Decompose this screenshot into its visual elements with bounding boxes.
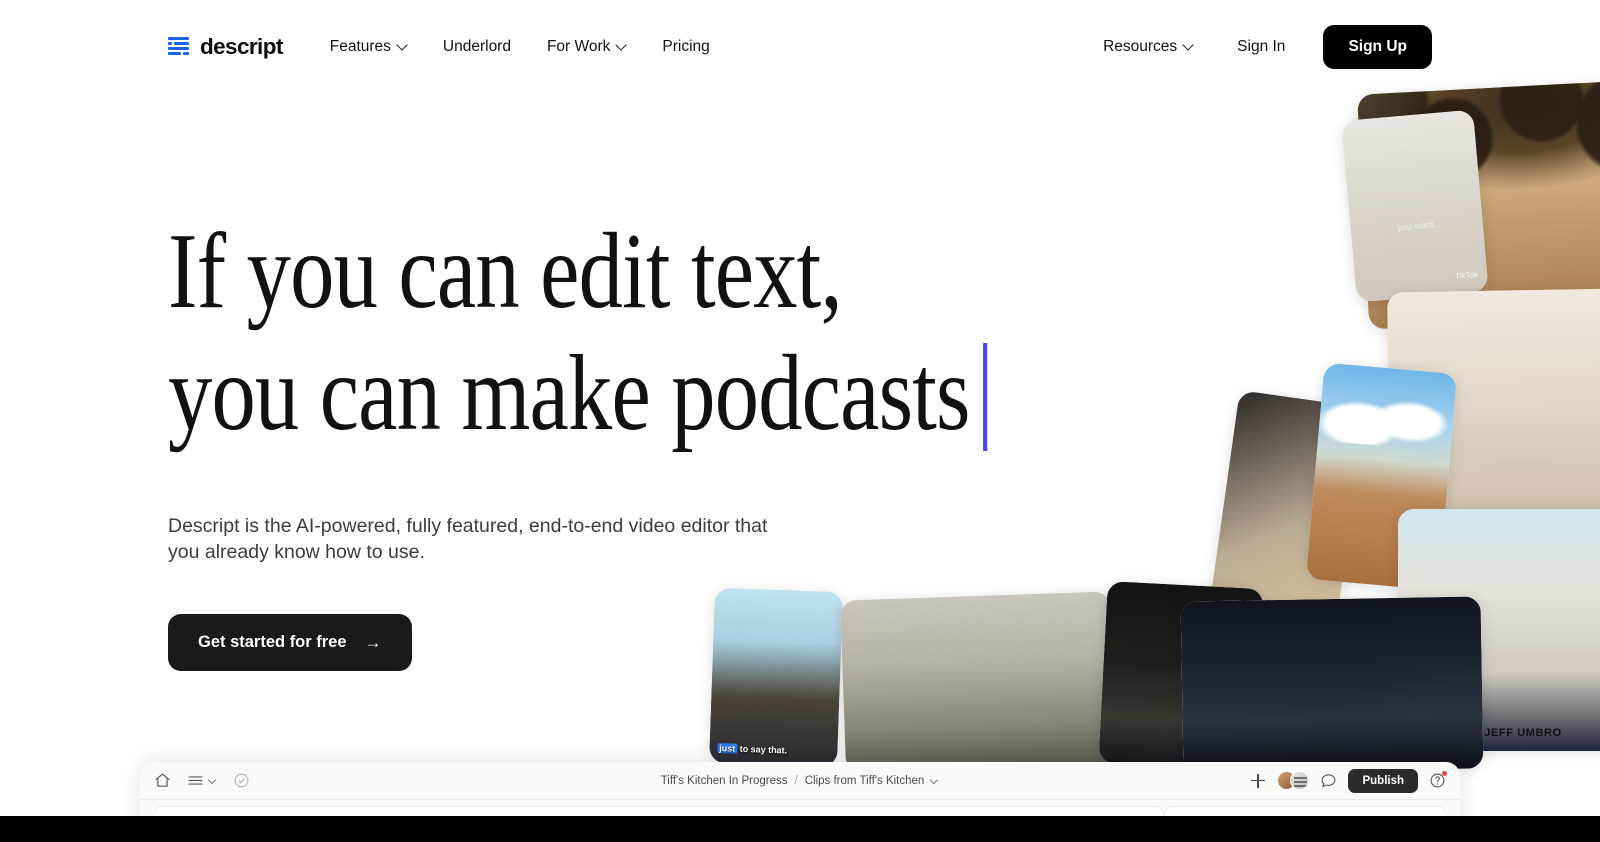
- nav-item-features[interactable]: Features: [312, 30, 425, 64]
- text-cursor-caret: [982, 343, 987, 451]
- avatar[interactable]: [1290, 771, 1310, 790]
- nav-label: Features: [329, 38, 391, 55]
- collaborator-avatars: [1277, 771, 1310, 790]
- page-bottom-bar: [0, 816, 1600, 842]
- app-menu-button[interactable]: [187, 772, 217, 789]
- caption-highlight-word: just: [717, 742, 738, 754]
- nav-label: Resources: [1103, 38, 1178, 55]
- primary-nav-links: Features Underlord For Work Pricing: [312, 30, 728, 64]
- sign-in-link[interactable]: Sign In: [1215, 30, 1307, 64]
- card-man-tshirt[interactable]: you want. TikTok: [1341, 109, 1489, 303]
- sign-up-button[interactable]: Sign Up: [1323, 25, 1432, 69]
- chevron-down-icon: [617, 41, 626, 50]
- comment-bubble-icon[interactable]: [1320, 772, 1337, 789]
- chevron-down-icon: [209, 777, 217, 785]
- breadcrumb-separator: /: [794, 774, 798, 787]
- hero-section: If you can edit text, you can make podca…: [168, 218, 1167, 671]
- nav-label: Pricing: [662, 38, 710, 55]
- descript-logo[interactable]: descript: [168, 34, 283, 60]
- landing-page: descript Features Underlord For Work Pri…: [0, 0, 1600, 842]
- hero-subheading: Descript is the AI-powered, fully featur…: [168, 515, 768, 564]
- thumbnail-image: [1180, 596, 1484, 774]
- app-toolbar-right: Publish: [1250, 768, 1447, 793]
- headline-line-2-text: you can make podcasts: [168, 334, 971, 453]
- clip-caption: just to say that.: [717, 742, 788, 755]
- app-top-toolbar: Tiff's Kitchen In Progress / Clips from …: [140, 762, 1460, 800]
- breadcrumb-project[interactable]: Tiff's Kitchen In Progress: [661, 775, 788, 787]
- nav-item-pricing[interactable]: Pricing: [644, 30, 727, 64]
- headline-line-2: you can make podcasts: [168, 340, 987, 451]
- descript-bars-icon: [168, 37, 189, 58]
- publish-button[interactable]: Publish: [1348, 768, 1418, 793]
- hamburger-menu-icon: [187, 772, 204, 789]
- breadcrumb-composition[interactable]: Clips from Tiff's Kitchen: [805, 775, 925, 787]
- chevron-down-icon: [398, 41, 407, 50]
- nav-label: Underlord: [442, 38, 511, 55]
- headline-line-1: If you can edit text,: [168, 212, 843, 331]
- notification-badge-dot: [1442, 771, 1447, 776]
- cta-label: Get started for free: [198, 632, 347, 651]
- app-toolbar-left: [154, 772, 250, 789]
- help-circle-icon[interactable]: [1429, 771, 1447, 789]
- chevron-down-icon: [1184, 41, 1193, 50]
- nav-item-resources[interactable]: Resources: [1085, 30, 1211, 64]
- arrow-right-icon: →: [364, 632, 382, 652]
- get-started-button[interactable]: Get started for free →: [168, 613, 412, 671]
- logo-wordmark: descript: [200, 34, 283, 59]
- plus-icon[interactable]: [1250, 773, 1266, 789]
- chevron-down-icon[interactable]: [931, 777, 939, 785]
- page-title: If you can edit text, you can make podca…: [168, 218, 987, 451]
- home-icon[interactable]: [154, 772, 171, 789]
- caption-rest: to say that.: [737, 743, 788, 755]
- nav-item-underlord[interactable]: Underlord: [425, 30, 529, 64]
- nav-label: For Work: [546, 38, 611, 55]
- nav-left-group: descript Features Underlord For Work Pri…: [168, 30, 728, 64]
- card-woman-headphones[interactable]: [1180, 596, 1484, 774]
- nav-right-group: Resources Sign In Sign Up: [1085, 25, 1432, 69]
- top-navigation-bar: descript Features Underlord For Work Pri…: [0, 0, 1600, 94]
- circle-check-icon[interactable]: [233, 772, 250, 789]
- nav-item-for-work[interactable]: For Work: [529, 30, 644, 64]
